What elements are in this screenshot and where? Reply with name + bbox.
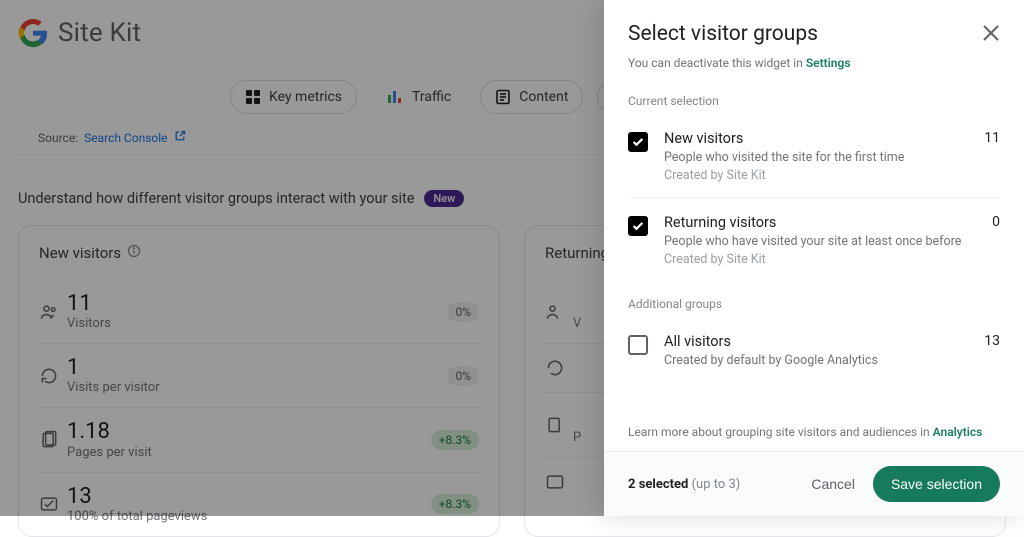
section-label-additional: Additional groups xyxy=(604,281,1024,317)
close-icon[interactable] xyxy=(980,22,1002,44)
checkbox[interactable] xyxy=(628,335,648,355)
group-row[interactable]: All visitors Created by default by Googl… xyxy=(628,317,1000,382)
settings-link[interactable]: Settings xyxy=(806,56,851,70)
visitor-groups-panel: Select visitor groups You can deactivate… xyxy=(604,0,1024,516)
panel-subtitle: You can deactivate this widget in Settin… xyxy=(628,56,1000,70)
panel-footer: 2 selected (up to 3) Cancel Save selecti… xyxy=(604,451,1024,516)
analytics-link[interactable]: Analytics xyxy=(933,425,983,439)
learn-more: Learn more about grouping site visitors … xyxy=(604,425,1024,439)
cancel-button[interactable]: Cancel xyxy=(811,476,855,492)
panel-title: Select visitor groups xyxy=(628,22,1000,46)
selection-count: 2 selected (up to 3) xyxy=(628,477,740,492)
group-row[interactable]: New visitors People who visited the site… xyxy=(628,114,1000,197)
save-selection-button[interactable]: Save selection xyxy=(873,466,1000,502)
checkbox[interactable] xyxy=(628,216,648,236)
group-count: 13 xyxy=(984,333,1000,349)
group-count: 0 xyxy=(992,214,1000,230)
section-label-current: Current selection xyxy=(604,78,1024,114)
checkbox[interactable] xyxy=(628,132,648,152)
group-row[interactable]: Returning visitors People who have visit… xyxy=(628,197,1000,281)
group-count: 11 xyxy=(984,130,1000,146)
